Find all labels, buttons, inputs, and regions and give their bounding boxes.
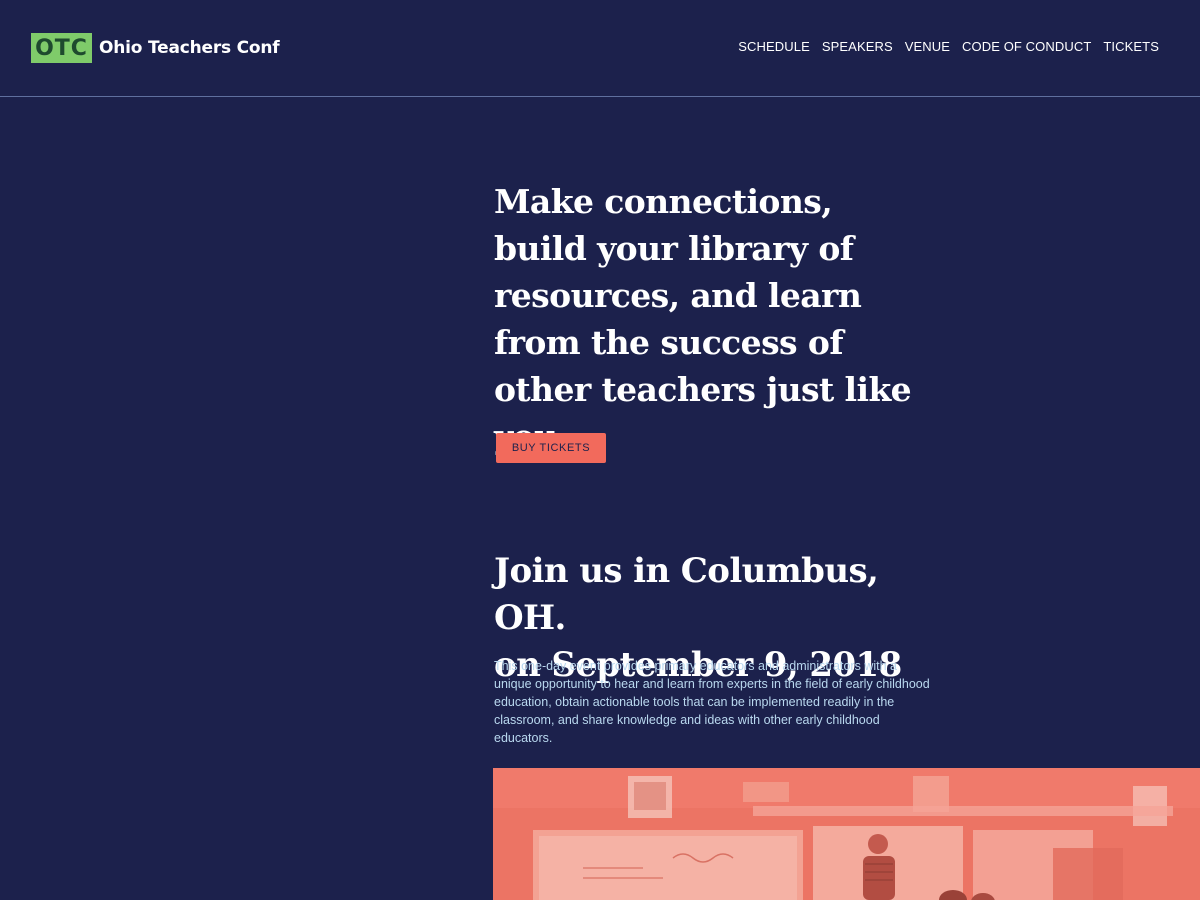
logo-text: Ohio Teachers Conf [99, 38, 280, 58]
site-logo[interactable]: OTC Ohio Teachers Conf [31, 33, 280, 63]
classroom-photo-illustration [493, 768, 1200, 900]
main-nav: SCHEDULE SPEAKERS VENUE CODE OF CONDUCT … [738, 39, 1159, 54]
nav-link-tickets[interactable]: TICKETS [1103, 39, 1159, 54]
nav-link-code-of-conduct[interactable]: CODE OF CONDUCT [962, 39, 1091, 54]
hero-title: Make connections, build your library of … [494, 182, 912, 456]
nav-link-schedule[interactable]: SCHEDULE [738, 39, 810, 54]
logo-badge: OTC [31, 33, 92, 63]
event-title-location: Join us in Columbus, OH. [494, 551, 879, 638]
buy-tickets-button[interactable]: BUY TICKETS [496, 433, 606, 463]
nav-link-speakers[interactable]: SPEAKERS [822, 39, 893, 54]
event-description: This one-day event provides primary educ… [494, 659, 930, 745]
classroom-photo [493, 768, 1200, 900]
site-header: OTC Ohio Teachers Conf SCHEDULE SPEAKERS… [0, 0, 1200, 97]
nav-link-venue[interactable]: VENUE [905, 39, 950, 54]
